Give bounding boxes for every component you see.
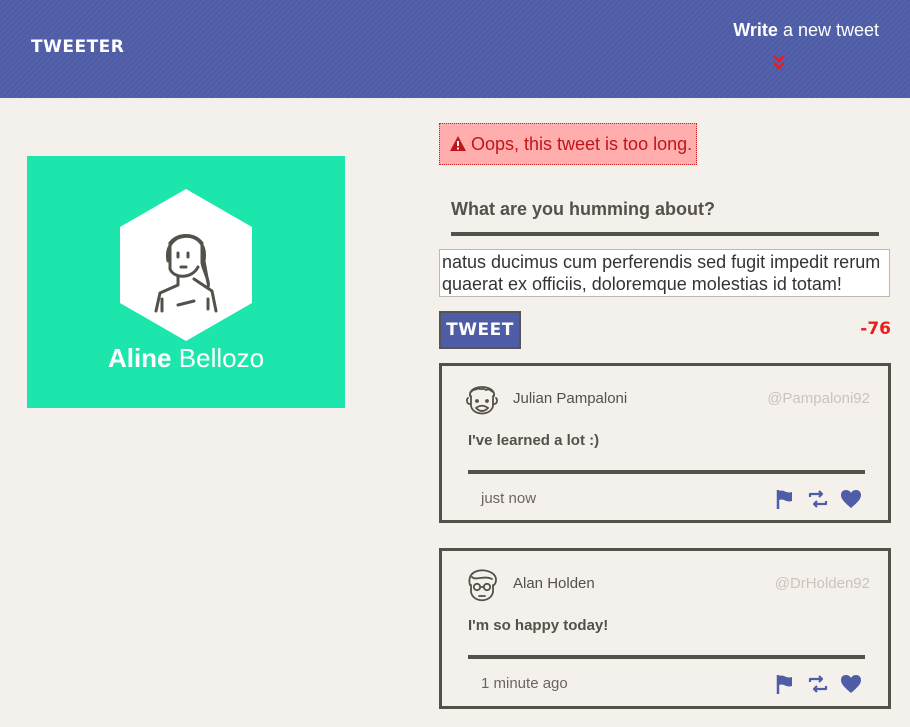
tweet-button[interactable]: TWEET <box>439 311 521 349</box>
character-counter: -76 <box>860 319 891 339</box>
tweet-card: Julian Pampaloni @Pampaloni92 I've learn… <box>439 363 891 523</box>
tweet-author-name: Alan Holden <box>513 575 595 592</box>
tweet-actions <box>774 673 862 695</box>
profile-last-name: Bellozo <box>178 343 265 373</box>
heart-icon[interactable] <box>840 488 862 510</box>
tweet-author-handle: @DrHolden92 <box>774 575 870 592</box>
tweet-text: I'm so happy today! <box>468 617 609 634</box>
profile-avatar <box>120 189 252 341</box>
brand-logo[interactable]: TWEETER <box>31 37 124 57</box>
write-label: Write <box>733 20 778 40</box>
double-chevron-down-icon[interactable] <box>769 53 789 73</box>
compose-label: What are you humming about? <box>451 199 715 219</box>
retweet-icon[interactable] <box>807 673 829 695</box>
write-new-tweet-toggle[interactable]: Write a new tweet <box>733 20 879 73</box>
retweet-icon[interactable] <box>807 488 829 510</box>
profile-card: Aline Bellozo <box>27 156 345 408</box>
tweet-actions <box>774 488 862 510</box>
top-bar: TWEETER Write a new tweet <box>0 0 910 98</box>
profile-first-name: Aline <box>107 343 172 373</box>
tweet-timestamp: 1 minute ago <box>481 675 568 692</box>
heart-icon[interactable] <box>840 673 862 695</box>
profile-name: Aline Bellozo <box>27 343 345 374</box>
tweet-text: I've learned a lot :) <box>468 432 600 449</box>
error-alert: Oops, this tweet is too long. <box>439 123 697 165</box>
new-tweet-label: a new tweet <box>777 20 879 40</box>
error-message: Oops, this tweet is too long. <box>471 134 693 154</box>
user-avatar <box>466 386 498 415</box>
flag-icon[interactable] <box>774 673 796 695</box>
tweet-textarea[interactable]: natus ducimus cum perferendis sed fugit … <box>439 249 890 297</box>
tweet-card: Alan Holden @DrHolden92 I'm so happy tod… <box>439 548 891 709</box>
tweet-divider <box>468 470 865 474</box>
tweet-author-name: Julian Pampaloni <box>513 390 628 407</box>
warning-icon <box>450 136 466 151</box>
tweet-timestamp: just now <box>481 490 537 507</box>
user-avatar <box>468 569 497 602</box>
compose-divider <box>451 232 879 236</box>
tweet-author-handle: @Pampaloni92 <box>767 390 870 407</box>
flag-icon[interactable] <box>774 488 796 510</box>
tweet-divider <box>468 655 865 659</box>
